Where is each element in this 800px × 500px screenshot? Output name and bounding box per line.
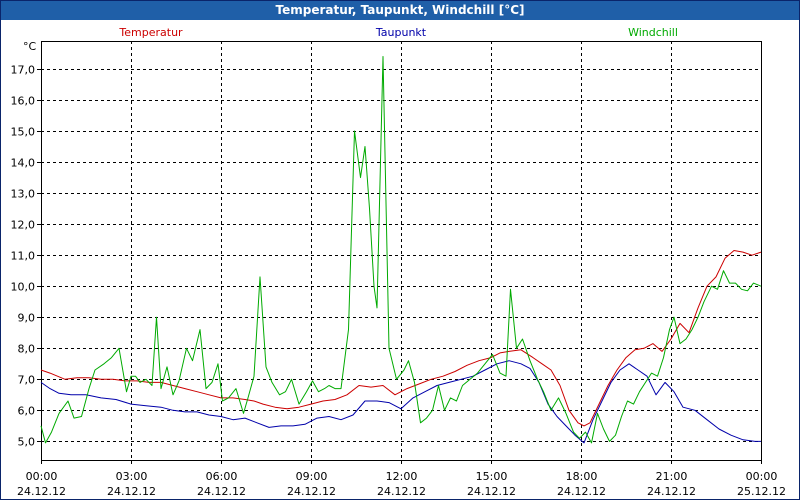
x-tick-time-label: 18:00: [566, 470, 598, 483]
legend-label-temperatur: Temperatur: [118, 26, 183, 39]
y-tick-label: 12,0: [11, 219, 36, 232]
x-tick-date-label: 24.12.12: [647, 485, 696, 498]
x-tick-time-label: 09:00: [296, 470, 328, 483]
x-tick-time-label: 03:00: [116, 470, 148, 483]
chart: 5,0 6,0 7,0 8,0 9,0 10,0 11,0 12,0 13,0 14,0 15,0 1…: [11, 26, 786, 498]
x-tick-date-label: 24.12.12: [557, 485, 606, 498]
y-tick-label: 6,0: [18, 405, 36, 418]
x-tick-date-label: 24.12.12: [107, 485, 156, 498]
chart-window: Temperatur, Taupunkt, Windchill [°C] 5,0…: [0, 0, 800, 500]
legend: Temperatur Taupunkt Windchill: [118, 26, 678, 39]
y-tick-label: 5,0: [18, 436, 36, 449]
y-tick-label: 11,0: [11, 250, 36, 263]
x-tick-time-label: 06:00: [206, 470, 238, 483]
y-tick-label: 7,0: [18, 374, 36, 387]
y-axis-unit-label: °C: [23, 40, 37, 53]
x-tick-time-label: 00:00: [746, 470, 778, 483]
x-tick-date-label: 24.12.12: [467, 485, 516, 498]
x-tick-date-label: 24.12.12: [197, 485, 246, 498]
y-tick-label: 16,0: [11, 95, 36, 108]
grid: [41, 41, 761, 460]
y-tick-label: 14,0: [11, 157, 36, 170]
x-tick-date-label: 24.12.12: [377, 485, 426, 498]
x-tick-date-label: 24.12.12: [287, 485, 336, 498]
x-tick-time-label: 00:00: [26, 470, 58, 483]
x-tick-time-label: 15:00: [476, 470, 508, 483]
y-tick-label: 10,0: [11, 281, 36, 294]
y-tick-label: 8,0: [18, 343, 36, 356]
legend-label-windchill: Windchill: [628, 26, 678, 39]
x-tick-date-label: 25.12.12: [737, 485, 786, 498]
y-tick-label: 9,0: [18, 312, 36, 325]
y-tick-label: 17,0: [11, 64, 36, 77]
y-tick-label: 15,0: [11, 126, 36, 139]
x-tick-time-label: 12:00: [386, 470, 418, 483]
axes: 5,0 6,0 7,0 8,0 9,0 10,0 11,0 12,0 13,0 14,0 15,0 1…: [11, 40, 786, 498]
y-tick-label: 13,0: [11, 188, 36, 201]
x-tick-time-label: 21:00: [656, 470, 688, 483]
x-tick-date-label: 24.12.12: [17, 485, 66, 498]
legend-label-taupunkt: Taupunkt: [375, 26, 427, 39]
